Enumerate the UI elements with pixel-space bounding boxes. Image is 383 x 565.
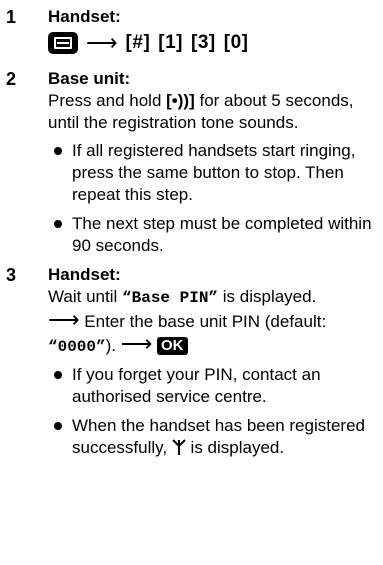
note-text: If you forget your PIN, contact an autho… [72, 365, 321, 406]
list-item: If you forget your PIN, contact an autho… [48, 364, 383, 408]
step-number: 3 [6, 265, 17, 285]
step-text: Press and hold [•))] for about 5 seconds… [48, 90, 383, 134]
step-heading: Handset: [48, 265, 121, 284]
right-arrow-icon: ⟶ [86, 30, 118, 55]
right-arrow-icon: ⟶ [120, 331, 153, 356]
text-part: is displayed. [218, 287, 317, 306]
step-1: 1 Handset: ⟶ [#] [1] [3] [0] [0, 6, 383, 56]
list-item: When the handset has been registered suc… [48, 415, 383, 459]
locator-key: [•))] [166, 91, 195, 110]
step-number: 1 [6, 7, 17, 27]
step-number: 2 [6, 69, 17, 89]
list-item: If all registered handsets start ringing… [48, 140, 383, 206]
step-heading: Base unit: [48, 69, 131, 88]
note-text: If all registered handsets start ringing… [72, 141, 356, 204]
key-0: [0] [223, 32, 249, 53]
text-part: Press and hold [48, 91, 167, 110]
note-text: is displayed. [185, 438, 285, 457]
right-arrow-icon: ⟶ [48, 307, 80, 332]
bullet-icon [54, 220, 62, 228]
text-part: ). [105, 336, 116, 355]
step-3: 3 Handset: Wait until “Base PIN” is disp… [0, 264, 383, 459]
step-heading: Handset: [48, 7, 121, 26]
step-2: 2 Base unit: Press and hold [•))] for ab… [0, 68, 383, 257]
list-item: The next step must be completed within 9… [48, 213, 383, 257]
text-part: Enter the base unit PIN (default: [79, 312, 327, 331]
key-hash: [#] [125, 32, 151, 53]
bullet-icon [54, 422, 62, 430]
bullet-icon [54, 147, 62, 155]
default-pin: “0000” [48, 338, 106, 356]
key-3: [3] [191, 32, 216, 53]
registration-instructions: 1 Handset: ⟶ [#] [1] [3] [0] 2 Base unit… [0, 0, 383, 457]
base-pin-display: “Base PIN” [122, 289, 219, 307]
text-part: Wait until [48, 287, 123, 306]
ok-key: OK [157, 337, 188, 355]
menu-key-icon [48, 32, 78, 54]
key-sequence: ⟶ [#] [1] [3] [0] [48, 30, 383, 56]
step-notes: If you forget your PIN, contact an autho… [48, 364, 383, 459]
bullet-icon [54, 371, 62, 379]
key-1: [1] [158, 32, 184, 53]
antenna-signal-icon [172, 439, 186, 455]
note-text: The next step must be completed within 9… [72, 214, 372, 255]
step-text: Wait until “Base PIN” is displayed. ⟶ Ent… [48, 286, 383, 358]
step-notes: If all registered handsets start ringing… [48, 140, 383, 257]
